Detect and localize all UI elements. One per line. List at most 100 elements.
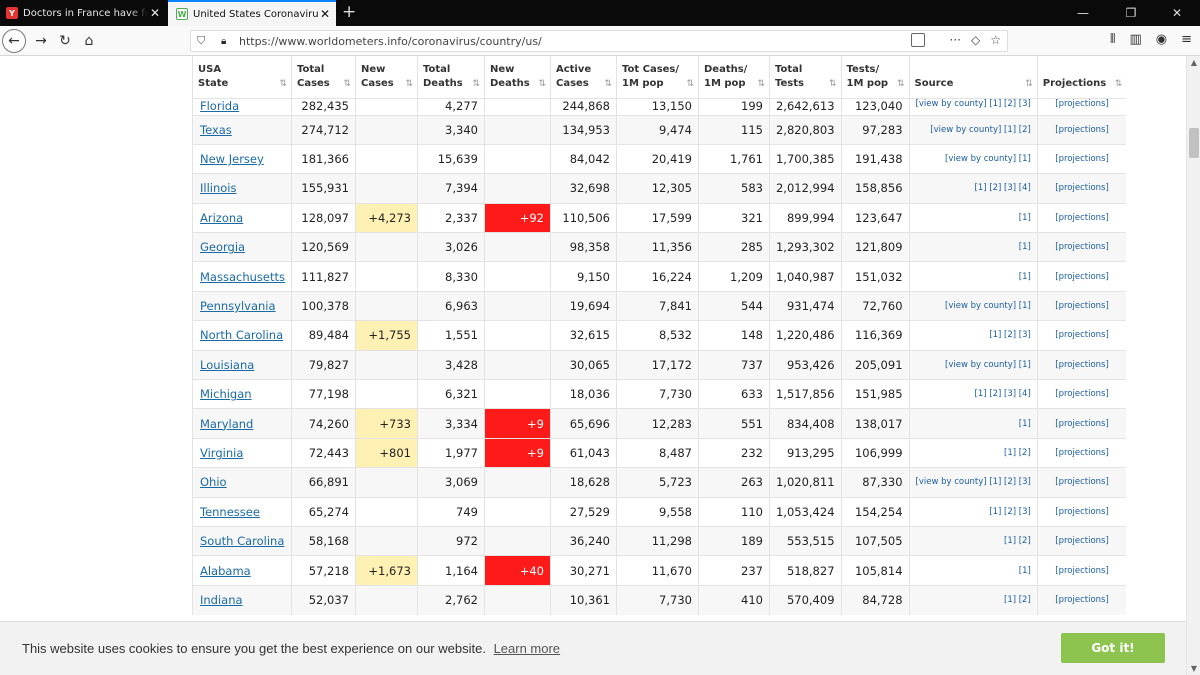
sort-icon[interactable]: ⇅ [1025,77,1033,91]
sort-icon[interactable]: ⇅ [343,77,351,91]
state-link[interactable]: Texas [192,114,292,145]
projections-link[interactable]: [projections] [1036,467,1127,498]
projections-link[interactable]: [projections] [1036,437,1127,468]
restore-icon[interactable]: ❐ [1108,0,1154,26]
tab-close-icon[interactable]: ✕ [318,7,332,21]
projections-link[interactable]: [projections] [1036,290,1127,321]
header-deaths-per-1m[interactable]: Deaths/1M pop ⇅ [697,56,770,98]
state-link[interactable]: Alabama [192,555,292,586]
sort-icon[interactable]: ⇅ [686,77,694,91]
header-active-cases[interactable]: Active Cases ⇅ [549,56,617,98]
header-cases-per-1m[interactable]: Tot Cases/1M pop ⇅ [615,56,699,98]
library-icon[interactable]: ⫴ [1110,32,1115,47]
header-source[interactable]: Source ⇅ [908,56,1038,98]
sort-icon[interactable]: ⇅ [472,77,480,91]
new-tab-button[interactable]: + [342,3,356,21]
source-links[interactable]: [view by county] [1] [2] [3] [908,97,1038,115]
sort-icon[interactable]: ⇅ [1115,77,1123,91]
source-links[interactable]: [1] [2] [908,584,1038,615]
state-link[interactable]: Florida [192,97,292,115]
state-link[interactable]: South Carolina [192,525,292,556]
window-close-icon[interactable]: ✕ [1154,0,1200,26]
sort-icon[interactable]: ⇅ [538,77,546,91]
source-links[interactable]: [view by county] [1] [908,143,1038,174]
sidebar-icon[interactable]: ▥ [1129,32,1141,47]
sort-icon[interactable]: ⇅ [829,77,837,91]
source-links[interactable]: [1] [2] [908,437,1038,468]
scroll-down-icon[interactable]: ▼ [1187,664,1200,673]
hamburger-menu-icon[interactable]: ≡ [1181,32,1192,47]
projections-link[interactable]: [projections] [1036,320,1127,351]
state-link[interactable]: Louisiana [192,349,292,380]
got-it-button[interactable]: Got it! [1061,633,1165,663]
projections-link[interactable]: [projections] [1036,202,1127,233]
projections-link[interactable]: [projections] [1036,555,1127,586]
minimize-icon[interactable]: — [1060,0,1106,26]
source-links[interactable]: [1] [2] [908,525,1038,556]
state-link[interactable]: Tennessee [192,496,292,527]
reader-view-icon[interactable] [911,33,925,47]
state-link[interactable]: Virginia [192,437,292,468]
learn-more-link[interactable]: Learn more [494,641,560,656]
header-total-cases[interactable]: Total Cases ⇅ [290,56,356,98]
page-actions-menu-icon[interactable]: ··· [950,33,961,47]
sort-icon[interactable]: ⇅ [279,77,287,91]
header-new-cases[interactable]: New Cases ⇅ [354,56,418,98]
state-link[interactable]: North Carolina [192,320,292,351]
state-link[interactable]: Massachusetts [192,261,292,292]
projections-link[interactable]: [projections] [1036,408,1127,439]
sort-icon[interactable]: ⇅ [897,77,905,91]
state-link[interactable]: Arizona [192,202,292,233]
address-bar[interactable]: ⛉ 🔒︎ https://www.worldometers.info/coron… [190,30,1008,52]
reload-icon[interactable]: ↻ [54,31,76,51]
header-state[interactable]: USA State ⇅ [192,56,292,98]
header-projections[interactable]: Projections ⇅ [1036,56,1127,98]
projections-link[interactable]: [projections] [1036,232,1127,262]
scrollbar-thumb[interactable] [1189,128,1199,158]
tracking-shield-icon[interactable]: ⛉ [197,34,213,48]
tab-us-coronavirus[interactable]: W United States Coronavirus: 3,48 ✕ [168,0,336,26]
projections-link[interactable]: [projections] [1036,525,1127,556]
account-icon[interactable]: ◉ [1156,32,1167,47]
header-total-deaths[interactable]: Total Deaths ⇅ [416,56,485,98]
source-links[interactable]: [1] [908,202,1038,233]
source-links[interactable]: [1] [908,408,1038,439]
page-scrollbar[interactable]: ▲ ▼ [1186,56,1200,675]
pocket-icon[interactable]: ◇ [971,33,980,47]
state-link[interactable]: New Jersey [192,143,292,174]
forward-arrow-icon[interactable]: → [30,31,52,51]
projections-link[interactable]: [projections] [1036,143,1127,174]
state-link[interactable]: Pennsylvania [192,290,292,321]
header-tests-per-1m[interactable]: Tests/1M pop ⇅ [840,56,910,98]
source-links[interactable]: [1] [908,555,1038,586]
projections-link[interactable]: [projections] [1036,379,1127,409]
header-new-deaths[interactable]: New Deaths ⇅ [483,56,551,98]
home-icon[interactable]: ⌂ [78,31,100,51]
projections-link[interactable]: [projections] [1036,114,1127,145]
projections-link[interactable]: [projections] [1036,349,1127,380]
header-total-tests[interactable]: Total Tests ⇅ [768,56,842,98]
projections-link[interactable]: [projections] [1036,261,1127,292]
state-link[interactable]: Indiana [192,584,292,615]
source-links[interactable]: [1] [908,232,1038,262]
source-links[interactable]: [view by county] [1] [2] [908,114,1038,145]
source-links[interactable]: [1] [2] [3] [4] [908,173,1038,204]
projections-link[interactable]: [projections] [1036,173,1127,204]
state-link[interactable]: Michigan [192,379,292,409]
state-link[interactable]: Ohio [192,467,292,498]
tab-close-icon[interactable]: ✕ [148,6,162,20]
source-links[interactable]: [1] [2] [3] [4] [908,379,1038,409]
source-links[interactable]: [view by county] [1] [908,349,1038,380]
url-text[interactable]: https://www.worldometers.info/coronaviru… [239,35,542,48]
sort-icon[interactable]: ⇅ [405,77,413,91]
state-link[interactable]: Illinois [192,173,292,204]
lock-icon[interactable]: 🔒︎ [221,36,235,47]
bookmark-star-icon[interactable]: ☆ [990,33,1001,47]
source-links[interactable]: [1] [2] [3] [908,320,1038,351]
state-link[interactable]: Maryland [192,408,292,439]
source-links[interactable]: [1] [908,261,1038,292]
projections-link[interactable]: [projections] [1036,97,1127,115]
source-links[interactable]: [view by county] [1] [2] [3] [908,467,1038,498]
projections-link[interactable]: [projections] [1036,496,1127,527]
projections-link[interactable]: [projections] [1036,584,1127,615]
